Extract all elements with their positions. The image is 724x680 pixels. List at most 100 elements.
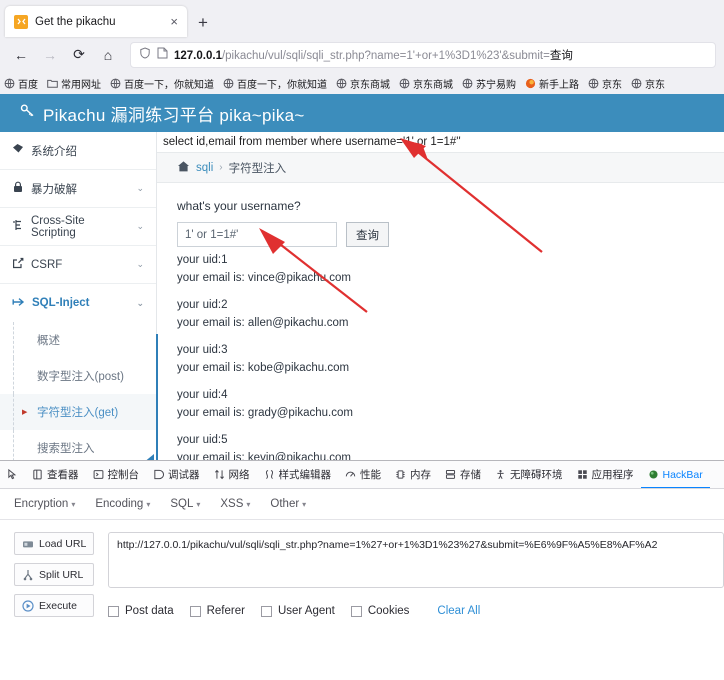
checkbox-icon[interactable] [260,605,272,617]
tag-icon [12,143,24,158]
devtools-tab-性能[interactable]: 性能 [338,461,388,488]
bookmark-label: 百度一下，你就知道 [124,79,214,91]
globe-icon [462,78,473,89]
result-row: your uid:5 your email is: kevin@pikachu.c… [177,431,724,460]
main-content: select id,email from member where userna… [157,132,724,460]
bookmark-item[interactable]: 新手上路 [525,76,579,91]
hackbar-execute-button[interactable]: Execute [14,594,94,617]
url-host: 127.0.0.1 [174,49,222,62]
username-input[interactable] [177,222,337,247]
globe-icon [110,78,121,89]
breadcrumb-root[interactable]: sqli [196,162,213,174]
bookmark-item[interactable]: 百度一下，你就知道 [110,76,214,91]
globe-icon [223,78,234,89]
sidebar-subitem-1[interactable]: ▶ 概述 [0,322,156,358]
url-bar[interactable]: 127.0.0.1/pikachu/vul/sqli/sqli_str.php?… [130,41,716,68]
checkbox-icon[interactable] [350,605,362,617]
sidebar-item-label: SQL-Inject [32,297,90,309]
bullet-icon: ▶ [22,336,29,344]
hackbar-split-url-button[interactable]: Split URL [14,563,94,586]
devtools-tab-label: 应用程序 [591,469,634,481]
result-uid: your uid:1 [177,254,228,266]
devtools-tab-控制台[interactable]: 控制台 [86,461,147,488]
home-icon[interactable]: ⌂ [95,42,121,68]
bookmark-item[interactable]: 京东商城 [336,76,390,91]
devtools-tab-查看器[interactable]: 查看器 [25,461,86,488]
hackbar-menu-label: Other [270,498,300,510]
globe-icon [399,78,410,89]
sidebar-subitems: ▶概述▶数字型注入(post)▶字符型注入(get)▶搜索型注入▶xx型注入▶"… [0,322,156,460]
devtools-tab-label: 内存 [410,469,431,481]
devtools-tab-bar: 查看器 控制台 调试器 网络 样式编辑器 性能 内存 存储 无障碍环境 应用程序 HackBar [0,461,724,489]
sidebar-item-1[interactable]: 系统介绍 [0,132,156,170]
hackbar-menu-label: XSS [220,498,244,510]
bookmark-item[interactable]: 百度一下，你就知道 [223,76,327,91]
checkbox-icon[interactable] [189,605,201,617]
globe-icon [336,78,347,89]
checkbox-icon[interactable] [108,605,119,617]
hackbar-action-buttons: Load URL Split URL Execute [14,532,94,617]
chevron-down-icon: ▾ [302,500,307,509]
hackbar-checkbox-referer[interactable]: Referer [189,605,245,617]
bookmark-item[interactable]: 常用网址 [47,76,101,91]
devtools-tab-内存[interactable]: 内存 [388,461,438,488]
reload-icon[interactable]: ⟳ [66,42,92,68]
sidebar-subitem-3[interactable]: ▶ 字符型注入(get) [0,394,156,430]
sidebar-subitem-label: 概述 [37,335,60,347]
hackbar-checkbox-user-agent[interactable]: User Agent [260,605,335,617]
hackbar-menu-encoding[interactable]: Encoding ▾ [95,498,150,510]
sidebar-item-5[interactable]: SQL-Inject ⌄ [0,284,156,322]
hackbar-menu-sql[interactable]: SQL ▾ [170,498,200,510]
submit-button[interactable]: 查询 [346,222,389,247]
globe-icon [588,78,599,89]
home-icon [177,160,190,176]
hackbar-menu-other[interactable]: Other ▾ [270,498,306,510]
sidebar-subitem-label: 搜索型注入 [37,443,95,455]
bookmark-item[interactable]: 苏宁易购 [462,76,516,91]
result-email: your email is: kevin@pikachu.com [177,452,352,460]
hackbar-menu-xss[interactable]: XSS ▾ [220,498,250,510]
hackbar-url-textarea[interactable] [108,532,724,588]
bookmark-item[interactable]: 京东商城 [399,76,453,91]
devtools-tab-网络[interactable]: 网络 [207,461,257,488]
hackbar-menu-encryption[interactable]: Encryption ▾ [14,498,75,510]
devtools-tab-样式编辑器[interactable]: 样式编辑器 [257,461,339,488]
hackbar-menu-label: Encoding [95,498,144,510]
devtools-tab-应用程序[interactable]: 应用程序 [570,461,641,488]
forward-icon[interactable]: → [37,42,63,68]
devtools-tab-label: HackBar [662,468,703,481]
new-tab-button[interactable]: + [198,14,208,31]
devtools-tab-无障碍环境[interactable]: 无障碍环境 [488,461,570,488]
bookmarks-bar: 百度 常用网址 百度一下，你就知道 百度一下，你就知道 京东商城 京东商城 苏宁易购 新手上路… [0,72,724,94]
result-row: your uid:3 your email is: kobe@pikachu.co… [177,341,724,377]
bookmark-label: 百度一下，你就知道 [237,79,327,91]
sql-echo: select id,email from member where userna… [163,136,461,148]
browser-tab[interactable]: Get the pikachu × [5,6,187,37]
result-row: your uid:4 your email is: grady@pikachu.c… [177,386,724,422]
hackbar-checkbox-post-data[interactable]: Post data [108,605,174,617]
bookmark-label: 新手上路 [539,79,579,91]
devtools-tab-存储[interactable]: 存储 [438,461,488,488]
sidebar-item-3[interactable]: Cross-Site Scripting ⌄ [0,208,156,246]
close-icon[interactable]: × [167,13,181,30]
back-icon[interactable]: ← [8,42,34,68]
arrow-icon [12,296,25,311]
sidebar-item-2[interactable]: 暴力破解 ⌄ [0,170,156,208]
sidebar-subitem-2[interactable]: ▶ 数字型注入(post) [0,358,156,394]
sidebar-item-label: Cross-Site Scripting [31,214,85,239]
hackbar-load-url-button[interactable]: Load URL [14,532,94,555]
clear-all-link[interactable]: Clear All [437,605,480,617]
result-uid: your uid:4 [177,389,228,401]
devtools-tab-调试器[interactable]: 调试器 [146,461,207,488]
hackbar-checkbox-cookies[interactable]: Cookies [350,605,409,617]
sidebar-item-4[interactable]: CSRF ⌄ [0,246,156,284]
bookmark-item[interactable]: 京东 [588,76,622,91]
devtools-tab-label: 性能 [360,469,381,481]
sidebar-subitem-4[interactable]: ▶ 搜索型注入 [0,430,156,460]
bookmark-item[interactable]: 京东 [631,76,665,91]
bookmark-item[interactable]: 百度 [4,76,38,91]
load-url-icon [21,537,34,550]
devtools-tab-picker[interactable] [0,461,25,488]
devtools-tab-HackBar[interactable]: HackBar [641,461,710,488]
devtools-tab-label: 查看器 [47,469,79,481]
